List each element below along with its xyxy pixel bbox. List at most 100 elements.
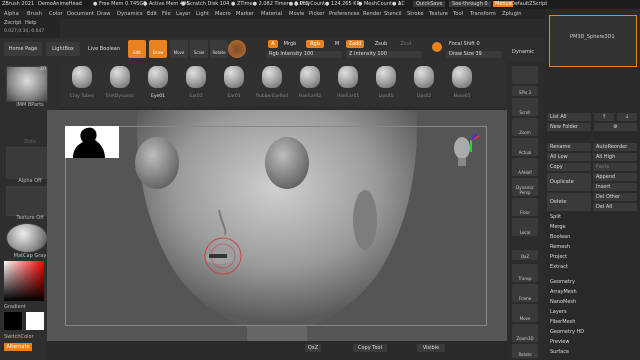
menu-light[interactable]: Light — [196, 11, 209, 17]
move-up-arrow-icon[interactable]: ↑ — [594, 113, 614, 121]
bottom-qxz-button[interactable]: QxZ — [305, 344, 321, 352]
brush-slot[interactable]: Eye01 — [142, 63, 174, 105]
menu-preferences[interactable]: Preferences — [329, 11, 360, 17]
move-view-button[interactable]: Move — [512, 304, 538, 322]
layers-section[interactable]: Layers — [550, 309, 567, 315]
zoom3d-button[interactable]: Zoom3D — [512, 324, 538, 342]
bpr-button[interactable] — [512, 66, 538, 84]
alpha-thumbnail[interactable] — [6, 147, 48, 179]
local-button[interactable]: Local — [512, 218, 538, 236]
project-section[interactable]: Project — [550, 254, 567, 260]
menu-draw[interactable]: Draw — [97, 11, 111, 17]
menu-color[interactable]: Color — [49, 11, 63, 17]
live-boolean-button[interactable]: Live Boolean — [84, 42, 124, 56]
qxz-button[interactable]: QxZ — [512, 250, 538, 260]
menu-brush[interactable]: Brush — [27, 11, 42, 17]
zoom-button[interactable]: Zoom — [512, 118, 538, 136]
menu-texture[interactable]: Texture — [429, 11, 448, 17]
frame-button[interactable]: Frame — [512, 284, 538, 302]
brush-slot[interactable]: TrimDynamic — [104, 63, 136, 105]
primary-color-swatch[interactable] — [4, 312, 22, 330]
menu-movie[interactable]: Movie — [289, 11, 304, 17]
visible-button[interactable]: Visible — [417, 344, 445, 352]
zadd-toggle[interactable]: Zadd — [346, 40, 364, 48]
focal-shift-slider[interactable]: Focal Shift 0 — [446, 41, 502, 48]
remesh-section[interactable]: Remesh — [550, 244, 570, 250]
menu-help[interactable]: Help — [25, 20, 36, 26]
see-through-slider[interactable]: See-through 0 — [449, 1, 491, 7]
fibermesh-section[interactable]: FiberMesh — [550, 319, 575, 325]
m-toggle[interactable]: M — [332, 40, 342, 48]
menu-macro[interactable]: Macro — [215, 11, 231, 17]
merge-section[interactable]: Merge — [550, 224, 566, 230]
settings-gear-icon[interactable]: ⚙ — [594, 123, 637, 131]
list-all-button[interactable]: List All — [547, 113, 591, 121]
spix-button[interactable]: SPix 3 — [512, 86, 538, 96]
menu-dynamics[interactable]: Dynamics — [117, 11, 143, 17]
zcut-toggle[interactable]: Zcut — [398, 40, 414, 48]
aahalf-button[interactable]: AAHalf — [512, 158, 538, 176]
arraymesh-section[interactable]: ArrayMesh — [550, 289, 577, 295]
move-button[interactable]: Move — [170, 40, 188, 58]
geometry-section[interactable]: Geometry — [550, 279, 575, 285]
home-page-button[interactable]: Home Page — [4, 42, 42, 56]
delete-button[interactable]: Delete — [547, 193, 591, 211]
navigation-gizmo[interactable] — [449, 132, 480, 168]
autoreorder-button[interactable]: AutoReorder — [593, 143, 637, 151]
dynamic-button[interactable]: Dynamic — [505, 48, 541, 56]
menu-picker[interactable]: Picker — [309, 11, 324, 17]
actual-button[interactable]: Actual — [512, 138, 538, 156]
alternate-button[interactable]: Alternate — [4, 343, 32, 351]
default-zscript-button[interactable]: DefaultZScript — [511, 1, 547, 7]
subtool-item[interactable]: PM3D_Sphere3D1 — [549, 15, 637, 67]
all-high-button[interactable]: All High — [593, 153, 637, 161]
floor-button[interactable]: Floor — [512, 198, 538, 216]
boolean-section[interactable]: Boolean — [550, 234, 570, 240]
rotate-view-button[interactable]: Rotate — [512, 344, 538, 358]
brush-slot[interactable]: HairEar02 — [294, 63, 326, 105]
material-sphere-icon[interactable] — [228, 40, 246, 58]
draw-size-slider[interactable]: Draw Size 39 — [446, 51, 502, 58]
brush-slot[interactable]: HairEar01 — [332, 63, 364, 105]
scroll-button[interactable]: Scroll — [512, 98, 538, 116]
preview-section[interactable]: Preview — [550, 339, 569, 345]
duplicate-button[interactable]: Duplicate — [547, 173, 591, 191]
menu-alpha[interactable]: Alpha — [4, 11, 19, 17]
geometry-hd-section[interactable]: Geometry HD — [550, 329, 584, 335]
focal-shift-icon[interactable] — [432, 42, 442, 52]
canvas-viewport[interactable] — [47, 110, 507, 350]
a-toggle[interactable]: A — [268, 40, 278, 48]
stroke-thumbnail[interactable] — [6, 112, 48, 140]
menu-render[interactable]: Render — [363, 11, 381, 17]
menu-material[interactable]: Material — [261, 11, 282, 17]
mrgb-toggle[interactable]: Mrgb — [281, 40, 299, 48]
copy-button[interactable]: Copy — [547, 163, 591, 171]
menu-marker[interactable]: Marker — [236, 11, 254, 17]
menu-zplugin[interactable]: Zplugin — [502, 11, 522, 17]
insert-button[interactable]: Insert — [593, 183, 637, 191]
menu-tool[interactable]: Tool — [453, 11, 463, 17]
menu-document[interactable]: Document — [67, 11, 94, 17]
quicksave-button[interactable]: QuickSave — [413, 1, 446, 7]
transp-button[interactable]: Transp — [512, 264, 538, 282]
del-other-button[interactable]: Del Other — [593, 193, 637, 201]
brush-slot[interactable]: RubberEarRod — [256, 63, 288, 105]
rotate-button[interactable]: Rotate — [210, 40, 228, 58]
rgb-intensity-slider[interactable]: Rgb Intensity 100 — [266, 51, 342, 58]
menu-edit[interactable]: Edit — [147, 11, 157, 17]
z-intensity-slider[interactable]: Z Intensity 100 — [346, 51, 422, 58]
menu-stencil[interactable]: Stencil — [384, 11, 402, 17]
surface-section[interactable]: Surface — [550, 349, 569, 355]
scale-button[interactable]: Scale — [190, 40, 208, 58]
move-down-arrow-icon[interactable]: ↓ — [617, 113, 637, 121]
rename-button[interactable]: Rename — [547, 143, 591, 151]
menu-stroke[interactable]: Stroke — [407, 11, 424, 17]
split-section[interactable]: Split — [550, 214, 561, 220]
lightbox-button[interactable]: LightBox — [46, 42, 80, 56]
brush-slot[interactable]: Lips01 — [370, 63, 402, 105]
copy-tool-button[interactable]: Copy Tool — [353, 344, 387, 352]
zsub-toggle[interactable]: Zsub — [372, 40, 390, 48]
material-thumbnail[interactable] — [6, 223, 48, 253]
all-low-button[interactable]: All Low — [547, 153, 591, 161]
edit-button[interactable]: Edit — [128, 40, 146, 58]
